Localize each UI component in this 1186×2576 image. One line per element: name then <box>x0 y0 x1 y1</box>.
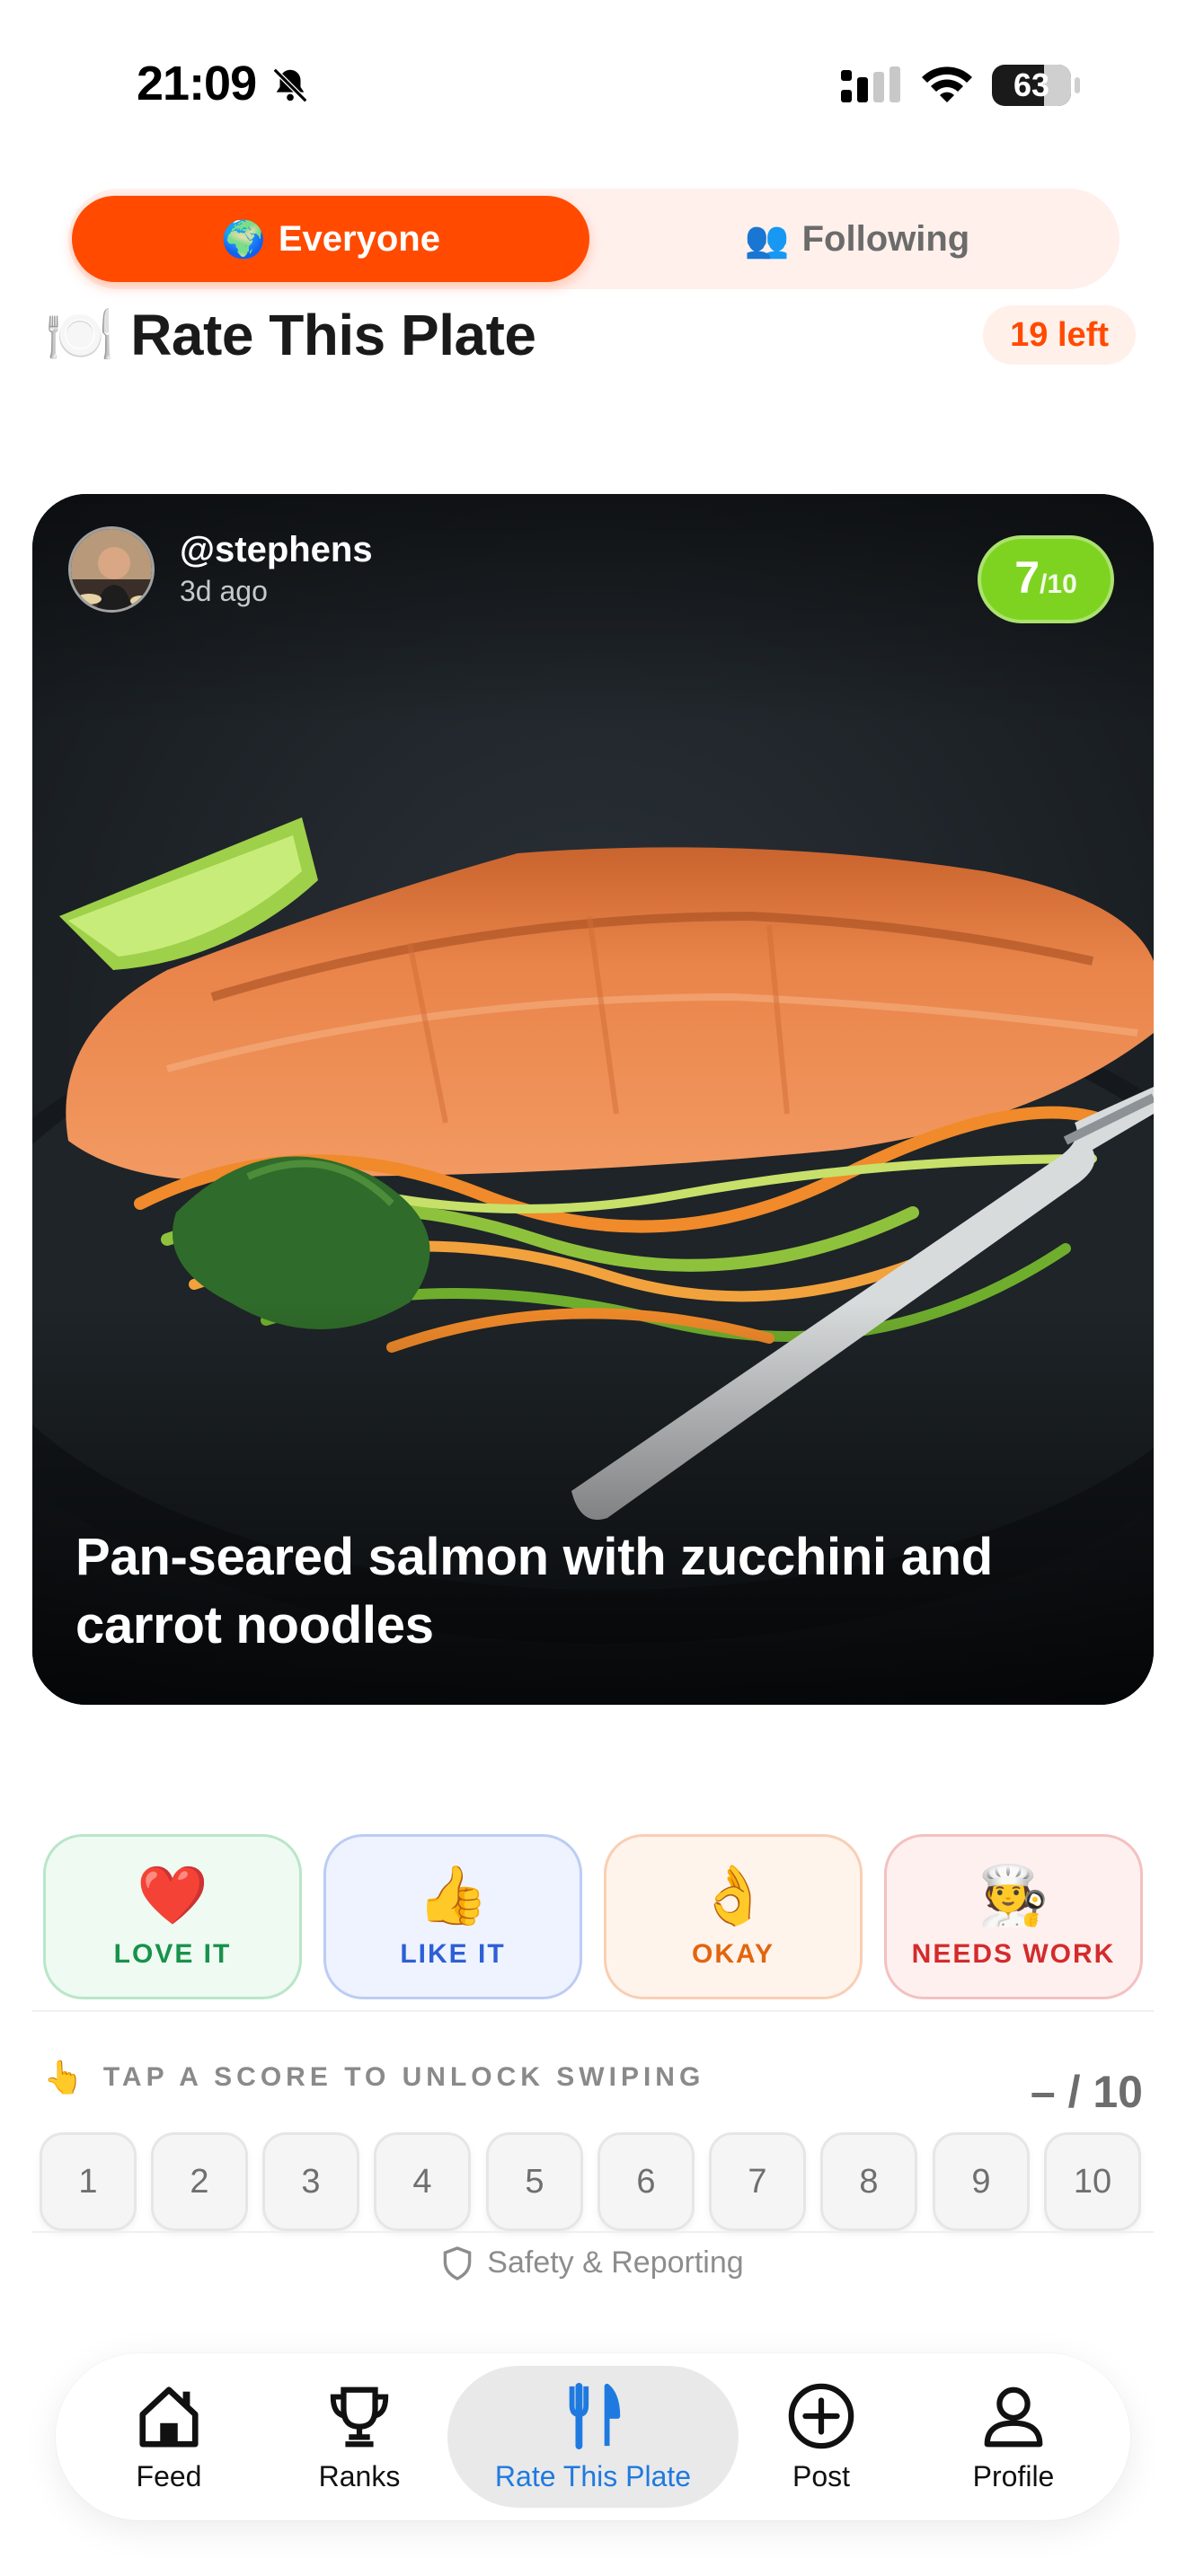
score-button-4[interactable]: 4 <box>374 2132 471 2231</box>
okay-label: OKAY <box>692 1939 774 1969</box>
following-label: Following <box>801 218 970 259</box>
cellular-signal-icon <box>841 66 900 102</box>
wifi-icon <box>922 66 972 102</box>
trophy-icon <box>330 2386 389 2447</box>
everyone-label: Everyone <box>278 218 440 259</box>
status-time: 21:09 <box>137 57 257 110</box>
score-button-7[interactable]: 7 <box>709 2132 806 2231</box>
tab-ranks-label: Ranks <box>318 2459 401 2492</box>
selected-score: – / 10 <box>1030 2067 1143 2117</box>
plate-icon: 🍽️ <box>45 304 115 366</box>
average-score: 7 <box>1014 552 1040 603</box>
score-button-2[interactable]: 2 <box>151 2132 248 2231</box>
like-it-label: LIKE IT <box>400 1939 506 1969</box>
globe-icon: 🌍 <box>221 219 266 260</box>
tab-profile-label: Profile <box>972 2459 1055 2492</box>
people-icon: 👥 <box>744 219 790 260</box>
score-button-10[interactable]: 10 <box>1044 2132 1141 2231</box>
love-it-button[interactable]: ❤️ LOVE IT <box>43 1834 302 1999</box>
divider <box>32 2231 1154 2233</box>
score-button-5[interactable]: 5 <box>486 2132 583 2231</box>
page-title: Rate This Plate <box>130 303 536 367</box>
bell-muted-icon <box>272 67 308 103</box>
following-tab[interactable]: 👥 Following <box>598 196 1116 282</box>
score-button-8[interactable]: 8 <box>820 2132 917 2231</box>
page-header: 🍽️ Rate This Plate <box>45 302 536 368</box>
avatar[interactable] <box>68 526 155 613</box>
ok-hand-icon: 👌 <box>697 1863 769 1928</box>
safety-reporting-label: Safety & Reporting <box>487 2245 744 2280</box>
average-score-badge: 7 /10 <box>978 535 1114 623</box>
tab-post-label: Post <box>792 2459 851 2492</box>
needs-work-button[interactable]: 🧑‍🍳 NEEDS WORK <box>884 1834 1143 1999</box>
thumbs-up-icon: 👍 <box>417 1863 489 1928</box>
pointing-hand-icon: 👆 <box>43 2059 84 2095</box>
person-icon <box>984 2386 1043 2447</box>
tab-feed-label: Feed <box>136 2459 202 2492</box>
reaction-buttons: ❤️ LOVE IT 👍 LIKE IT 👌 OKAY 🧑‍🍳 NEEDS WO… <box>43 1834 1145 1999</box>
post-caption: Pan-seared salmon with zucchini and carr… <box>75 1528 993 1654</box>
battery-level: 63 <box>1013 66 1050 103</box>
love-it-label: LOVE IT <box>113 1939 232 1969</box>
fork-knife-icon <box>569 2382 621 2449</box>
okay-button[interactable]: 👌 OKAY <box>604 1834 863 1999</box>
safety-reporting-link[interactable]: Safety & Reporting <box>0 2245 1186 2280</box>
house-icon <box>139 2386 199 2448</box>
everyone-tab[interactable]: 🌍 Everyone <box>72 196 589 282</box>
score-hint: 👆 TAP A SCORE TO UNLOCK SWIPING <box>43 2059 704 2096</box>
score-button-1[interactable]: 1 <box>40 2132 137 2231</box>
tab-post[interactable]: Post <box>749 2353 893 2520</box>
shield-icon <box>443 2245 472 2280</box>
score-max: /10 <box>1040 569 1077 599</box>
tab-rate-this-plate[interactable]: Rate This Plate <box>447 2366 739 2508</box>
feed-toggle: 🌍 Everyone 👥 Following <box>68 189 1120 289</box>
chef-icon: 🧑‍🍳 <box>978 1863 1049 1928</box>
needs-work-label: NEEDS WORK <box>911 1939 1116 1969</box>
battery-icon: 63 <box>992 65 1071 106</box>
like-it-button[interactable]: 👍 LIKE IT <box>323 1834 582 1999</box>
score-button-9[interactable]: 9 <box>933 2132 1030 2231</box>
score-hint-text: TAP A SCORE TO UNLOCK SWIPING <box>102 2062 705 2092</box>
score-button-3[interactable]: 3 <box>262 2132 359 2231</box>
tab-ranks[interactable]: Ranks <box>288 2353 431 2520</box>
post-username[interactable]: @stephens <box>180 530 373 570</box>
post-timestamp: 3d ago <box>180 575 268 607</box>
heart-icon: ❤️ <box>137 1863 208 1928</box>
tab-bar: Feed Ranks Rate This Plate Post Profile <box>56 2353 1130 2520</box>
score-picker: 1 2 3 4 5 6 7 8 9 10 <box>40 2132 1146 2233</box>
tab-rate-label: Rate This Plate <box>494 2459 692 2492</box>
tab-profile[interactable]: Profile <box>933 2353 1094 2520</box>
post-card[interactable]: @stephens 3d ago 7 /10 Pan-seared salmon… <box>32 494 1154 1705</box>
score-button-6[interactable]: 6 <box>597 2132 695 2231</box>
divider <box>32 2010 1154 2012</box>
tab-feed[interactable]: Feed <box>97 2353 241 2520</box>
remaining-badge: 19 left <box>983 305 1136 365</box>
plus-circle-icon <box>788 2383 854 2448</box>
